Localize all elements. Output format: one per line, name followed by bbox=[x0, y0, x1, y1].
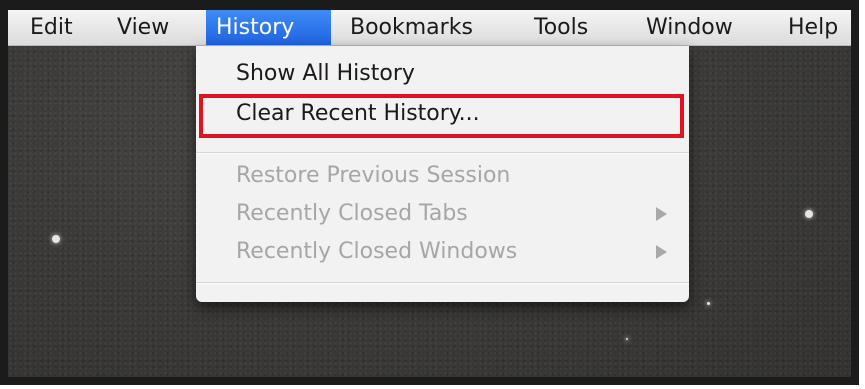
submenu-arrow-icon bbox=[656, 207, 667, 221]
menu-history[interactable]: History bbox=[206, 10, 331, 45]
history-dropdown-menu: Show All History Clear Recent History...… bbox=[196, 46, 689, 302]
submenu-arrow-icon bbox=[656, 245, 667, 259]
menu-bookmarks[interactable]: Bookmarks bbox=[340, 10, 483, 45]
menu-separator bbox=[196, 152, 689, 154]
menu-bar: Edit View History Bookmarks Tools Window… bbox=[8, 10, 851, 46]
menu-view[interactable]: View bbox=[107, 10, 179, 45]
menu-edit[interactable]: Edit bbox=[20, 10, 83, 45]
recently-closed-tabs-item[interactable]: Recently Closed Tabs bbox=[236, 198, 468, 230]
star-decoration bbox=[52, 235, 60, 243]
highlight-annotation-box bbox=[199, 94, 684, 138]
star-decoration bbox=[805, 210, 813, 218]
screenshot-frame: Edit View History Bookmarks Tools Window… bbox=[0, 0, 859, 385]
menu-tools[interactable]: Tools bbox=[524, 10, 598, 45]
menu-separator bbox=[196, 282, 689, 284]
recently-closed-windows-item[interactable]: Recently Closed Windows bbox=[236, 236, 517, 268]
restore-previous-session-item[interactable]: Restore Previous Session bbox=[236, 160, 510, 192]
star-decoration bbox=[626, 338, 628, 340]
menu-help[interactable]: Help bbox=[778, 10, 848, 45]
show-all-history-item[interactable]: Show All History bbox=[236, 58, 415, 90]
menu-window[interactable]: Window bbox=[636, 10, 743, 45]
star-decoration bbox=[707, 302, 710, 305]
